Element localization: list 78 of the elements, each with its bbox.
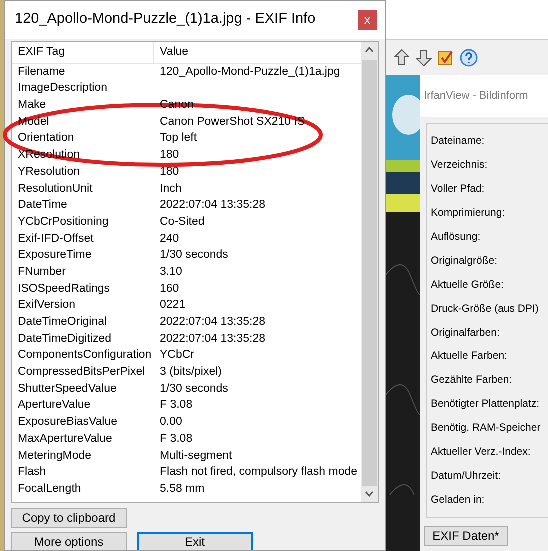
table-cell-text: ExposureBiasValue bbox=[17, 415, 119, 430]
scroll-thumb[interactable] bbox=[362, 60, 377, 486]
table-cell-text: 160 bbox=[159, 282, 180, 297]
field-label: Datum/Uhrzeit: bbox=[430, 469, 502, 484]
scrollbar[interactable] bbox=[361, 42, 378, 502]
field-label: Aktueller Verz.-Index: bbox=[430, 445, 532, 460]
table-cell-text: ShutterSpeedValue bbox=[17, 382, 118, 397]
window-title: 120_Apollo-Mond-Puzzle_(1)1a.jpg - EXIF Info bbox=[15, 10, 316, 30]
exif-data-button[interactable]: EXIF Daten* bbox=[424, 526, 508, 546]
table-cell-text: ISOSpeedRatings bbox=[17, 282, 112, 297]
table-cell-text: ExposureTime bbox=[17, 248, 93, 264]
table-cell-text: 2022:07:04 13:35:28 bbox=[159, 315, 266, 330]
table-cell-text: 2022:07:04 13:35:28 bbox=[159, 198, 266, 214]
table-cell-text: 5.58 mm bbox=[159, 482, 205, 497]
dialog-button[interactable]: More options bbox=[11, 532, 127, 550]
field-label: Verzeichnis: bbox=[430, 158, 489, 173]
field-label: Gezählte Farben: bbox=[430, 373, 514, 388]
table-cell-text: Make bbox=[17, 98, 48, 114]
table-cell-text: Exif-IFD-Offset bbox=[17, 232, 95, 247]
table-cell-text: Flash bbox=[17, 465, 48, 480]
field-label: Benötig. RAM-Speicher bbox=[430, 421, 542, 436]
table-cell-text: ResolutionUnit bbox=[17, 182, 94, 197]
table-cell-text: DateTimeDigitized bbox=[17, 332, 113, 347]
table-cell-text: Flash not fired, compulsory flash mode bbox=[159, 465, 358, 480]
field-label: Aktuelle Größe: bbox=[430, 278, 505, 293]
field-label: Dateiname: bbox=[430, 134, 486, 149]
table-cell-text: 3.10 bbox=[159, 264, 182, 280]
table-cell-text: ImageDescription bbox=[17, 81, 108, 96]
column-header[interactable]: Value bbox=[154, 42, 189, 63]
field-label: Geladen in: bbox=[430, 493, 486, 508]
table-cell-text: F 3.08 bbox=[159, 398, 193, 414]
field-label: Voller Pfad: bbox=[430, 182, 486, 197]
table-cell-text: 0221 bbox=[159, 298, 186, 314]
table-cell-text: FNumber bbox=[17, 264, 67, 280]
table-cell-text: 0.00 bbox=[159, 415, 182, 430]
table-cell-text: 180 bbox=[159, 148, 180, 164]
table-cell-text: Orientation bbox=[17, 131, 76, 146]
table-cell-text: 1/30 seconds bbox=[159, 248, 228, 264]
up-arrow-icon[interactable] bbox=[394, 48, 410, 66]
table-cell-text: DateTime bbox=[17, 198, 68, 214]
field-label: Benötigter Plattenplatz: bbox=[430, 397, 541, 412]
table-cell-text: MeteringMode bbox=[17, 448, 93, 464]
column-header[interactable]: EXIF Tag bbox=[12, 42, 154, 63]
table-cell-text: ExifVersion bbox=[17, 298, 77, 314]
dialog-button[interactable]: Copy to clipboard bbox=[11, 508, 127, 528]
table-cell-text: Filename bbox=[17, 64, 66, 80]
table-cell-text: F 3.08 bbox=[159, 432, 193, 447]
table-cell-text: ComponentsConfiguration bbox=[17, 348, 153, 364]
table-cell-text: ApertureValue bbox=[17, 398, 92, 414]
window-title: IrfanView - Bildinform bbox=[420, 75, 548, 117]
table-cell-text: YResolution bbox=[17, 164, 82, 180]
table-cell-text: 3 (bits/pixel) bbox=[159, 365, 222, 380]
table-cell-text: Multi-segment bbox=[159, 448, 232, 464]
table-cell-text: 1/30 seconds bbox=[159, 382, 228, 397]
table-cell-text: CompressedBitsPerPixel bbox=[17, 365, 146, 380]
table-cell-text: MaxApertureValue bbox=[17, 432, 114, 447]
table-cell-text: YCbCrPositioning bbox=[17, 214, 110, 230]
table-cell-text: FocalLength bbox=[17, 482, 82, 497]
field-label: Druck-Größe (aus DPI) bbox=[430, 302, 540, 317]
field-label: Originalfarben: bbox=[430, 326, 501, 340]
table-cell-text: DateTimeOriginal bbox=[17, 315, 108, 330]
table-cell-text: 2022:07:04 13:35:28 bbox=[159, 332, 266, 347]
close-button[interactable]: x bbox=[358, 10, 377, 30]
table-cell-text: 180 bbox=[159, 164, 180, 180]
table-cell-text: Top left bbox=[159, 131, 198, 146]
table-cell-text: 120_Apollo-Mond-Puzzle_(1)1a.jpg bbox=[159, 64, 340, 80]
down-arrow-icon[interactable] bbox=[416, 48, 432, 66]
help-icon[interactable] bbox=[460, 48, 478, 66]
table-cell-text: Inch bbox=[159, 182, 182, 197]
table-cell-text: 240 bbox=[159, 232, 180, 247]
dialog-button[interactable]: Exit bbox=[137, 532, 253, 550]
table-cell-text: YCbCr bbox=[159, 348, 195, 364]
field-label: Aktuelle Farben: bbox=[430, 349, 508, 364]
table-cell-text: Co-Sited bbox=[159, 214, 205, 230]
field-label: Auflösung: bbox=[430, 230, 482, 245]
field-label: Originalgröße: bbox=[430, 254, 499, 269]
checkbox-icon[interactable] bbox=[438, 50, 454, 66]
field-label: Komprimierung: bbox=[430, 206, 506, 221]
